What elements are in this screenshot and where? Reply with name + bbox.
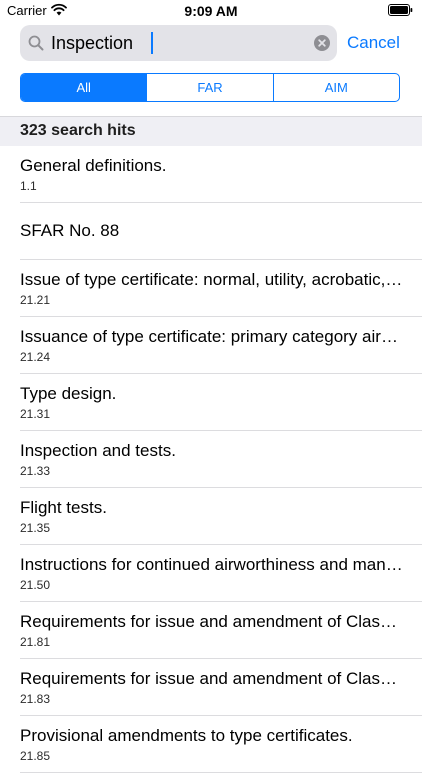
result-ref: 21.33 <box>20 464 51 478</box>
result-title: Inspection and tests. <box>20 441 176 460</box>
result-title: Issue of type certificate: normal, utili… <box>20 270 405 289</box>
battery-icon <box>388 4 413 16</box>
result-row[interactable]: Requirements for issue and amendment of … <box>0 602 422 659</box>
result-row[interactable]: General definitions. 1.1 <box>0 146 422 203</box>
result-title: Flight tests. <box>20 498 107 517</box>
result-row[interactable]: Type design. 21.31 <box>0 374 422 431</box>
result-ref: 21.35 <box>20 521 51 535</box>
result-title: Instructions for continued airworthiness… <box>20 555 405 574</box>
search-input[interactable] <box>51 31 301 55</box>
result-ref: 21.21 <box>20 293 51 307</box>
result-title: Type design. <box>20 384 117 403</box>
results-header: 323 search hits <box>0 116 422 146</box>
result-row[interactable]: Inspection and tests. 21.33 <box>0 431 422 488</box>
result-title: Issuance of type certificate: primary ca… <box>20 327 405 346</box>
result-ref: 1.1 <box>20 179 37 193</box>
result-ref: 21.81 <box>20 635 51 649</box>
scope-segmented-control: All FAR AIM <box>20 73 400 102</box>
result-row[interactable]: Issuance of type certificate: primary ca… <box>0 317 422 374</box>
segment-aim[interactable]: AIM <box>272 74 399 101</box>
text-caret <box>151 32 153 54</box>
result-title: Requirements for issue and amendment of … <box>20 669 405 688</box>
search-bar[interactable] <box>20 25 337 61</box>
result-title: Requirements for issue and amendment of … <box>20 612 405 631</box>
clock-time: 9:09 AM <box>184 3 238 19</box>
result-ref: 21.31 <box>20 407 51 421</box>
results-list: General definitions. 1.1 SFAR No. 88 Iss… <box>0 146 422 773</box>
segment-far[interactable]: FAR <box>146 74 272 101</box>
result-ref: 21.50 <box>20 578 51 592</box>
result-row[interactable]: Provisional amendments to type certifica… <box>0 716 422 773</box>
result-title: SFAR No. 88 <box>20 221 120 240</box>
result-row[interactable]: Issue of type certificate: normal, utili… <box>0 260 422 317</box>
result-row[interactable]: Requirements for issue and amendment of … <box>0 659 422 716</box>
result-title: General definitions. <box>20 156 167 175</box>
result-row[interactable]: SFAR No. 88 <box>0 203 422 260</box>
segment-all[interactable]: All <box>21 74 147 101</box>
clear-icon[interactable] <box>314 35 330 51</box>
cancel-button[interactable]: Cancel <box>347 33 400 53</box>
result-ref: 21.24 <box>20 350 51 364</box>
result-row[interactable]: Instructions for continued airworthiness… <box>0 545 422 602</box>
result-title: Provisional amendments to type certifica… <box>20 726 353 745</box>
search-hits-count: 323 search hits <box>20 122 136 139</box>
result-ref: 21.85 <box>20 749 51 763</box>
result-ref: 21.83 <box>20 692 51 706</box>
search-icon <box>28 35 44 51</box>
result-row[interactable]: Flight tests. 21.35 <box>0 488 422 545</box>
status-bar: Carrier 9:09 AM <box>0 0 422 22</box>
